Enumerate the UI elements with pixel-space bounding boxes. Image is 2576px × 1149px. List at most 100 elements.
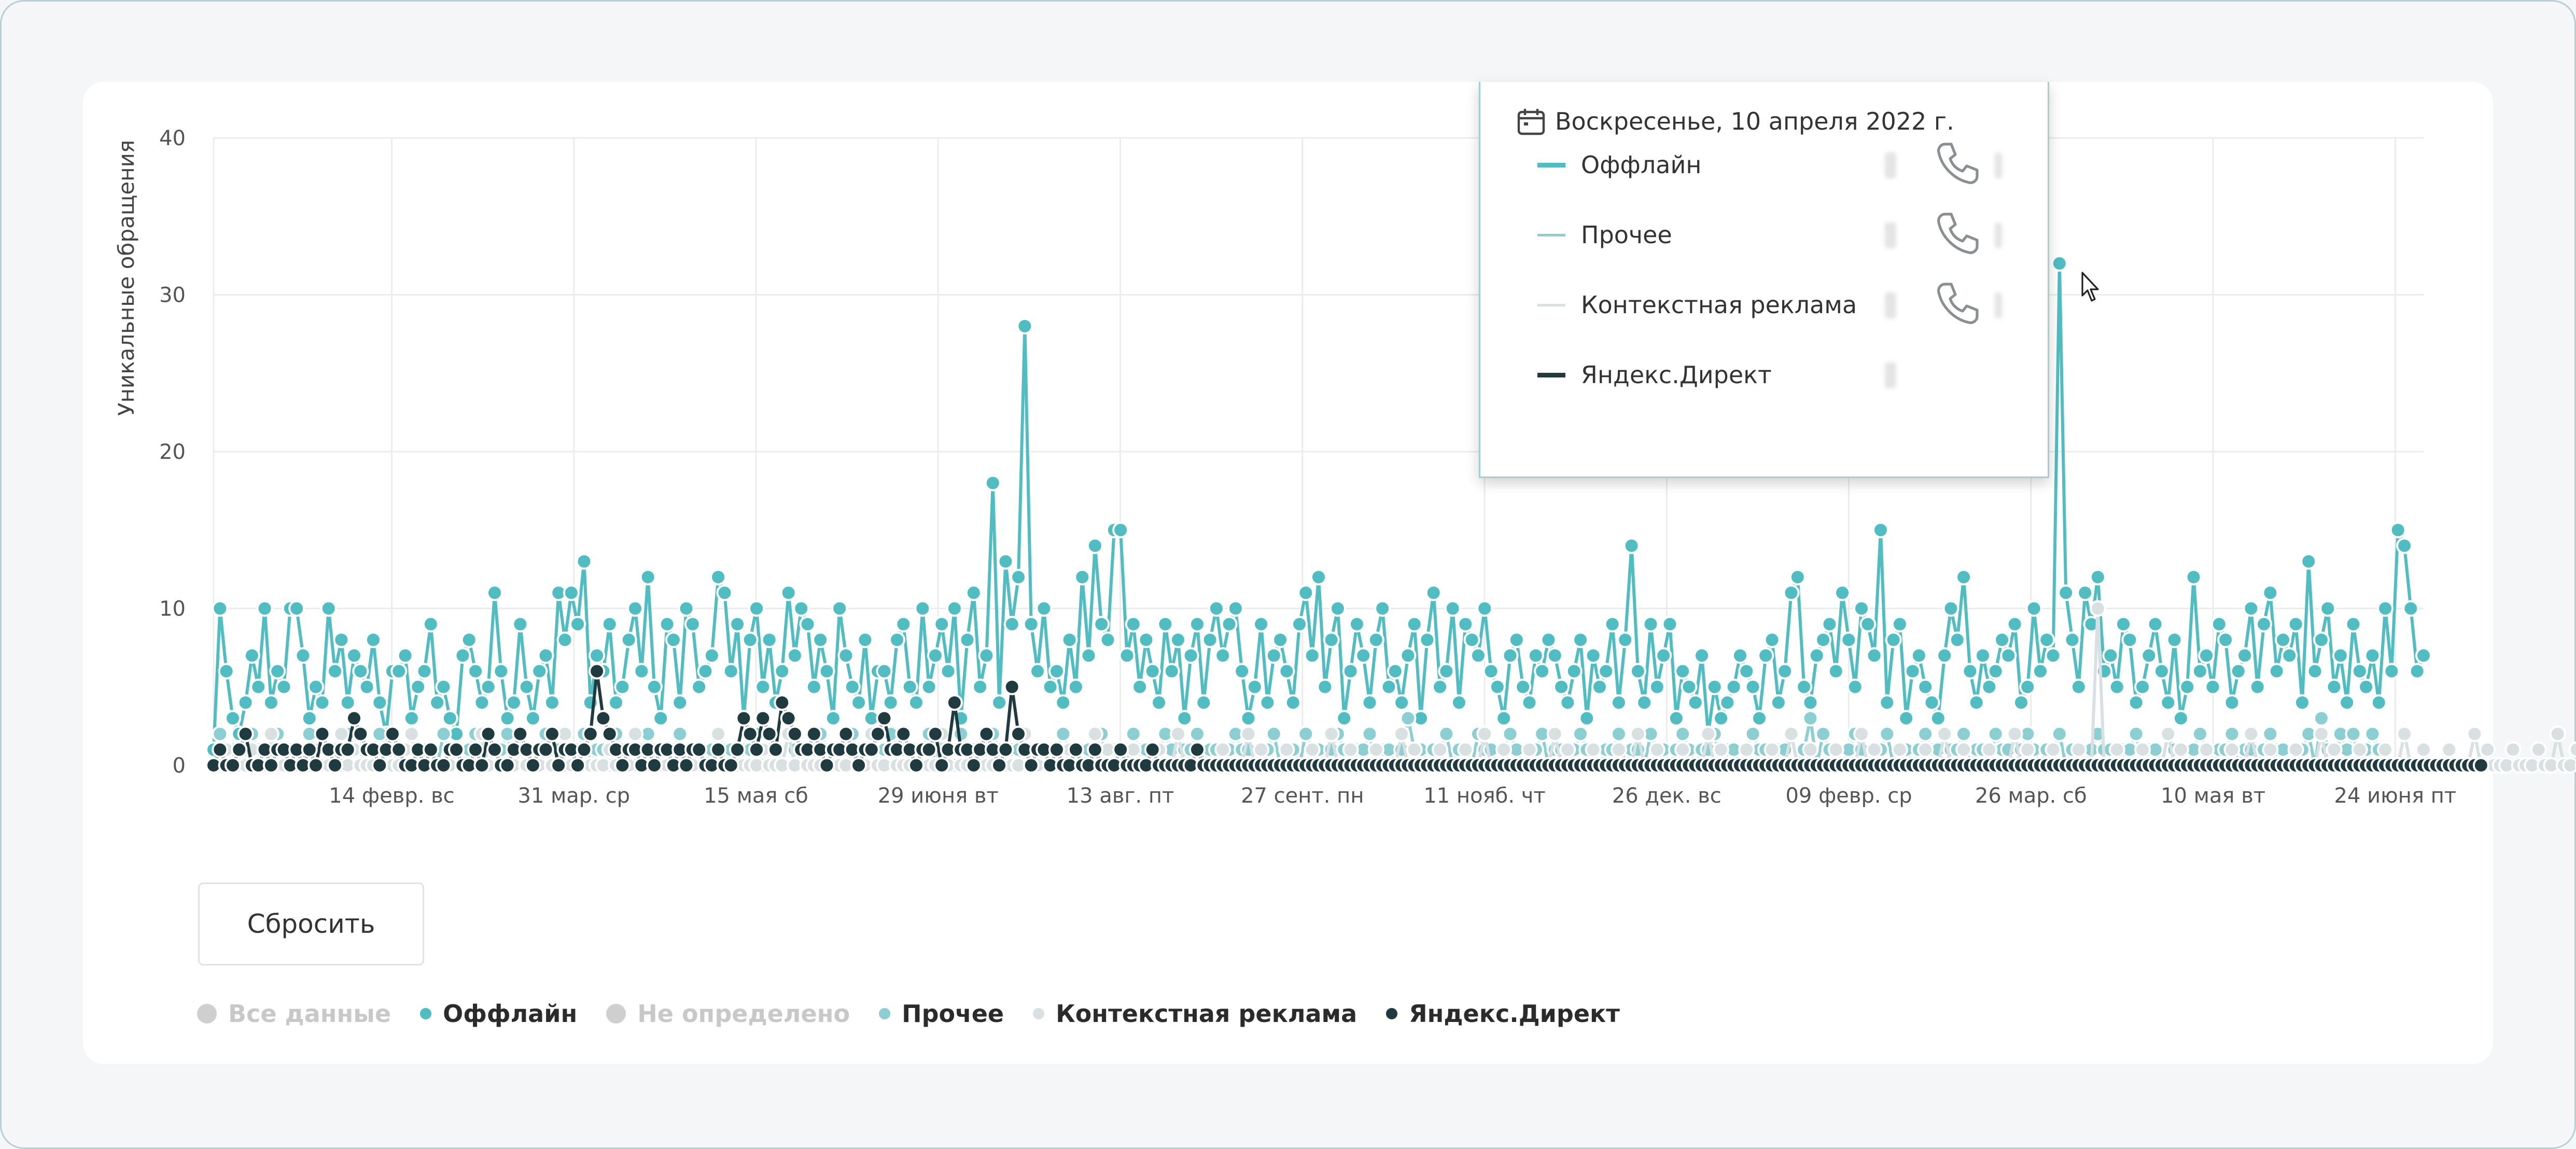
data-point [505,694,522,711]
data-point [1898,710,1915,727]
data-point [1783,725,1800,742]
tooltip-phone-button[interactable] [1931,208,1983,260]
data-point [1093,615,1110,633]
data-point [480,678,497,695]
data-point [2032,663,2049,680]
data-point [1648,678,1665,695]
chart-svg[interactable]: 0 10 20 30 40 14 февр. вс 31 мар. ср 15 мая сб… [0,0,2576,840]
data-point [2358,678,2375,695]
data-point [467,663,484,680]
tooltip-row: Контекстная реклама [1537,289,1857,320]
data-point [1610,725,1627,742]
data-point [1463,632,1480,648]
data-point [1329,600,1346,617]
data-point [1642,615,1659,633]
reset-button[interactable]: Сбросить [198,882,424,965]
data-point [703,647,720,664]
data-point [1975,647,1992,664]
data-point [2504,741,2522,758]
data-point [1815,632,1832,648]
data-point [1374,600,1391,617]
tooltip-series-label: Контекстная реклама [1581,291,1857,319]
data-point [486,741,503,758]
data-point [1853,600,1870,617]
data-point [1540,632,1557,648]
legend-item[interactable]: Яндекс.Директ [1386,1000,1620,1028]
legend-item[interactable]: Оффлайн [420,1000,577,1028]
data-point [1904,663,1921,680]
data-point [978,725,995,742]
tooltip-date-text: Воскресенье, 10 апреля 2022 г. [1555,107,1954,135]
data-point [1240,710,1257,727]
data-point [895,615,912,633]
data-point [1310,569,1327,585]
data-point [262,757,279,774]
data-point [2377,600,2394,617]
data-point [422,741,439,758]
data-point [2045,741,2062,758]
data-point [1681,678,1698,695]
y-axis-label: Уникальные обращения [114,140,139,416]
data-point [793,600,810,617]
tooltip-phone-button[interactable] [1931,138,1983,190]
series-offline [205,255,2432,758]
data-point [748,741,765,758]
data-point [1144,741,1161,758]
data-point [2530,741,2547,758]
data-point [729,741,746,758]
data-point [2160,725,2177,742]
data-point [1291,615,1308,633]
data-point [1297,725,1314,742]
data-point [2256,615,2273,633]
data-point [1527,647,1544,664]
y-tick-label: 0 [173,754,186,778]
data-point [1693,647,1711,664]
data-point [1055,725,1072,742]
data-point [780,710,797,727]
data-point [250,678,267,695]
data-point [1572,725,1589,742]
data-point [774,663,791,680]
data-point [965,584,982,601]
data-point [2389,522,2406,539]
data-point [2409,663,2426,680]
data-point [920,678,937,695]
data-point [2051,725,2068,742]
data-point [1067,741,1084,758]
data-point [524,710,541,727]
data-point [1585,741,1602,758]
data-point [901,678,918,695]
data-point [1201,632,1219,648]
data-point [1949,632,1966,648]
data-point [301,741,318,758]
data-point [550,757,567,774]
data-point [339,741,356,758]
tooltip-phone-button[interactable] [1931,278,1983,330]
legend-item[interactable]: Контекстная реклама [1033,1000,1357,1028]
data-point [1725,678,1742,695]
data-point [345,710,362,727]
data-point [314,725,331,742]
data-point [1585,647,1602,664]
tooltip-series-swatch [1537,162,1565,167]
data-point [639,569,656,585]
data-point [288,600,305,617]
data-point [1981,678,1998,695]
data-point [2102,647,2119,664]
data-point [754,678,772,695]
data-point [2249,678,2266,695]
data-point [333,632,350,648]
data-point [480,725,497,742]
data-point [2140,647,2158,664]
data-point [1757,647,1774,664]
data-point [818,663,835,680]
legend-item[interactable]: Все данные [197,1000,391,1028]
data-point [1942,600,1959,617]
data-point [2089,600,2106,617]
data-point [2070,678,2087,695]
y-tick-label: 10 [159,597,186,621]
legend-item[interactable]: Не определено [606,1000,850,1028]
data-point [907,757,925,774]
chart-series [205,255,2576,774]
legend-item[interactable]: Прочее [879,1000,1004,1028]
